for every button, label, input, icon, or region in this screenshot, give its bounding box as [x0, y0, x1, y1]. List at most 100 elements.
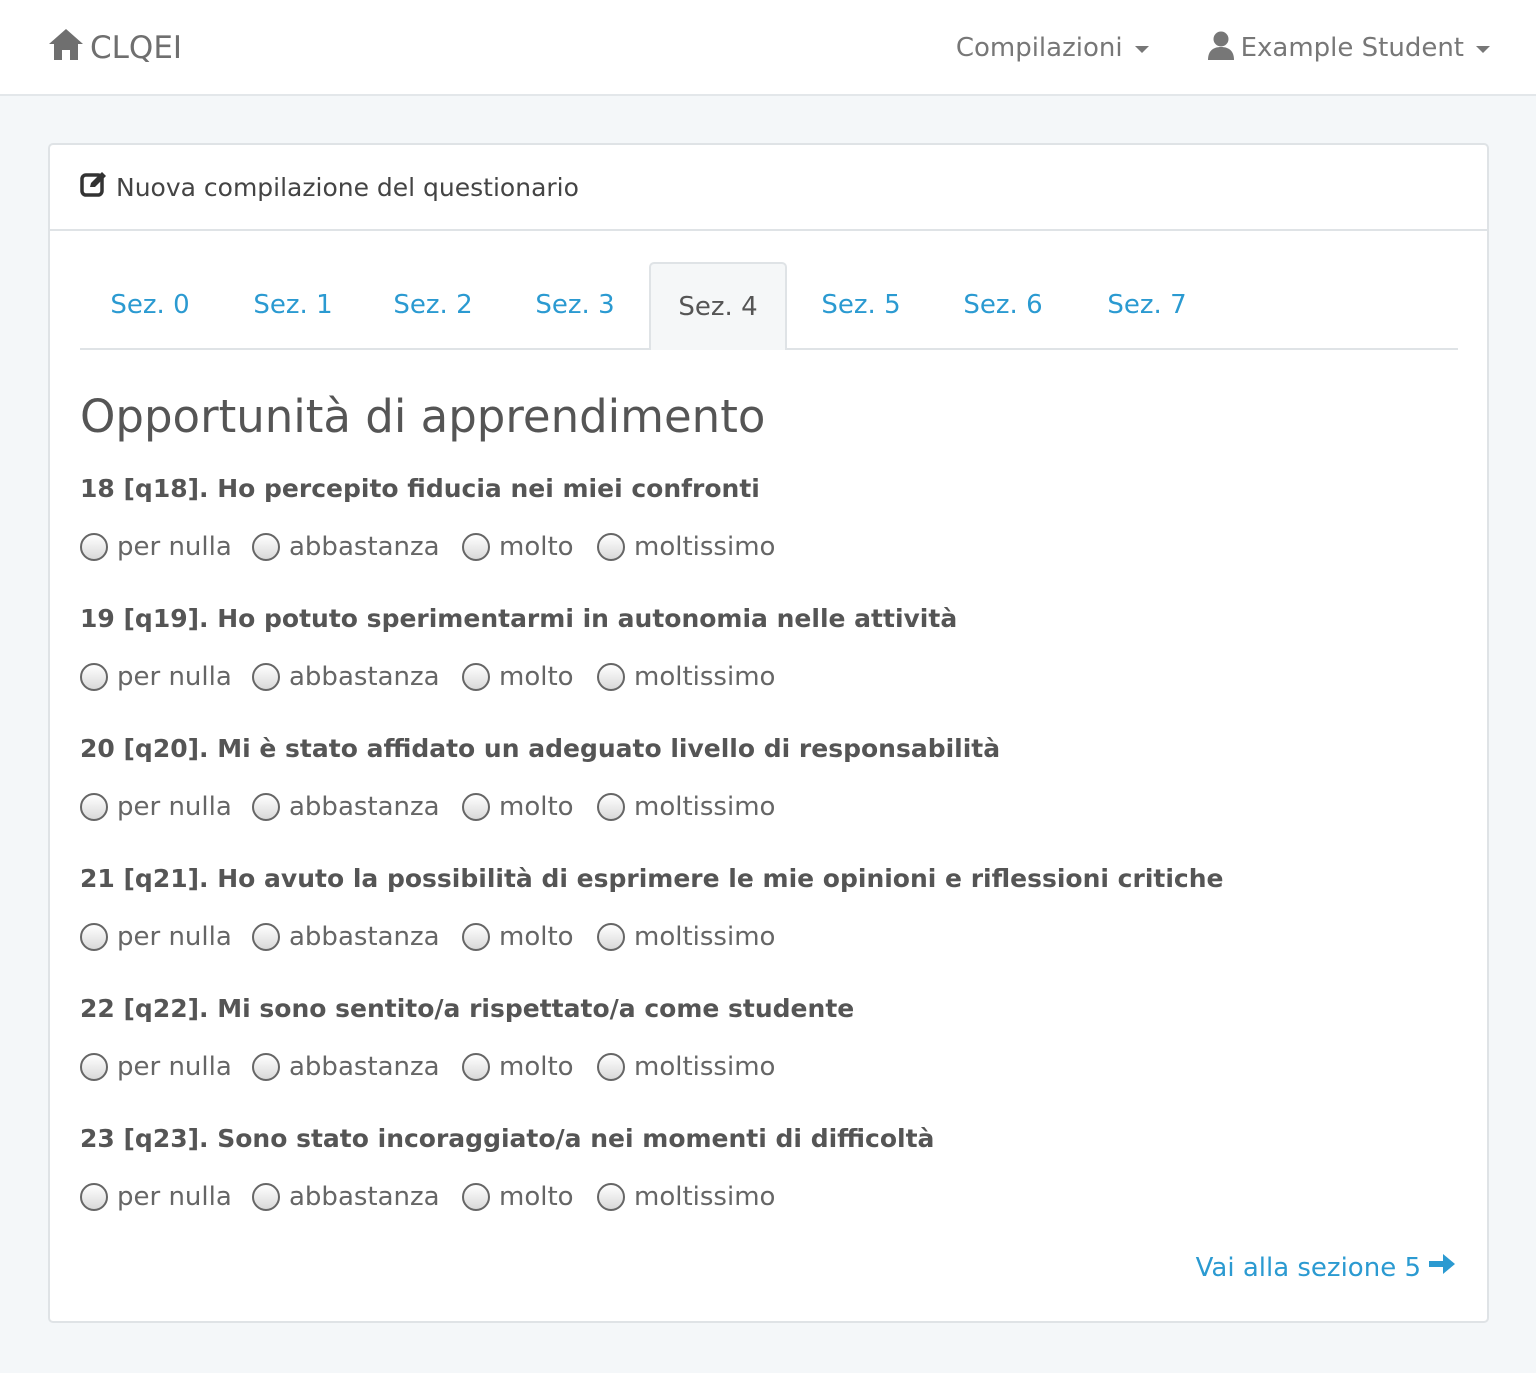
- radio-button[interactable]: [597, 1183, 625, 1211]
- radio-option[interactable]: moltissimo: [597, 1047, 775, 1087]
- radio-button[interactable]: [80, 923, 108, 951]
- radio-option-label: abbastanza: [289, 1052, 440, 1082]
- radio-option-label: per nulla: [117, 662, 232, 692]
- radio-option-label: abbastanza: [289, 922, 440, 952]
- edit-icon: [80, 170, 116, 204]
- panel-title: Nuova compilazione del questionario: [116, 172, 579, 202]
- user-label: Example Student: [1240, 33, 1464, 63]
- radio-option-label: molto: [499, 662, 574, 692]
- radio-group: per nulla abbastanza molto moltissimo: [80, 527, 1440, 567]
- radio-button[interactable]: [462, 533, 490, 561]
- radio-group: per nulla abbastanza molto moltissimo: [80, 917, 1440, 957]
- compilazioni-label: Compilazioni: [955, 33, 1123, 63]
- tab-sez-2[interactable]: Sez. 2: [363, 262, 503, 348]
- radio-option[interactable]: moltissimo: [597, 657, 775, 697]
- radio-button[interactable]: [252, 663, 280, 691]
- radio-option[interactable]: molto: [462, 1177, 574, 1217]
- radio-option-label: per nulla: [117, 532, 232, 562]
- radio-option-label: moltissimo: [634, 1182, 776, 1212]
- question-item: 18 [q18]. Ho percepito fiducia nei miei …: [80, 471, 1440, 567]
- radio-option[interactable]: molto: [462, 657, 574, 697]
- question-item: 22 [q22]. Mi sono sentito/a rispettato/a…: [80, 991, 1440, 1087]
- radio-button[interactable]: [462, 923, 490, 951]
- tab-sez-0[interactable]: Sez. 0: [80, 262, 220, 348]
- radio-option-label: molto: [499, 922, 574, 952]
- radio-button[interactable]: [462, 663, 490, 691]
- radio-button[interactable]: [597, 793, 625, 821]
- tab-sez-6[interactable]: Sez. 6: [933, 262, 1073, 348]
- radio-button[interactable]: [597, 1053, 625, 1081]
- question-label: 20 [q20]. Mi è stato affidato un adeguat…: [80, 734, 1001, 763]
- radio-button[interactable]: [597, 663, 625, 691]
- radio-option[interactable]: moltissimo: [597, 527, 775, 567]
- radio-option[interactable]: moltissimo: [597, 917, 775, 957]
- radio-option[interactable]: abbastanza: [252, 787, 440, 827]
- radio-button[interactable]: [252, 533, 280, 561]
- tab-sez-3[interactable]: Sez. 3: [505, 262, 645, 348]
- radio-button[interactable]: [80, 793, 108, 821]
- radio-option[interactable]: per nulla: [80, 1047, 232, 1087]
- radio-option-label: abbastanza: [289, 662, 440, 692]
- radio-option-label: per nulla: [117, 922, 232, 952]
- navbar-right: Compilazioni Example Student: [956, 24, 1490, 72]
- radio-option-label: abbastanza: [289, 532, 440, 562]
- radio-option-label: abbastanza: [289, 1182, 440, 1212]
- radio-group: per nulla abbastanza molto moltissimo: [80, 1047, 1440, 1087]
- radio-option-label: molto: [499, 1052, 574, 1082]
- radio-option-label: per nulla: [117, 792, 232, 822]
- tab-sez-1[interactable]: Sez. 1: [223, 262, 363, 348]
- radio-button[interactable]: [80, 663, 108, 691]
- radio-option-label: moltissimo: [634, 662, 776, 692]
- radio-option[interactable]: abbastanza: [252, 1177, 440, 1217]
- radio-button[interactable]: [597, 923, 625, 951]
- radio-option-label: moltissimo: [634, 792, 776, 822]
- radio-option-label: per nulla: [117, 1182, 232, 1212]
- radio-option[interactable]: molto: [462, 1047, 574, 1087]
- radio-option[interactable]: per nulla: [80, 527, 232, 567]
- radio-button[interactable]: [252, 1183, 280, 1211]
- radio-option[interactable]: per nulla: [80, 1177, 232, 1217]
- brand-link[interactable]: CLQEI: [48, 24, 182, 72]
- radio-button[interactable]: [252, 923, 280, 951]
- radio-button[interactable]: [462, 1183, 490, 1211]
- tab-sez-7[interactable]: Sez. 7: [1077, 262, 1217, 348]
- radio-button[interactable]: [597, 533, 625, 561]
- radio-option[interactable]: molto: [462, 917, 574, 957]
- radio-option[interactable]: per nulla: [80, 917, 232, 957]
- radio-option[interactable]: moltissimo: [597, 787, 775, 827]
- radio-option-label: moltissimo: [634, 532, 776, 562]
- radio-button[interactable]: [80, 533, 108, 561]
- radio-button[interactable]: [462, 1053, 490, 1081]
- radio-option-label: molto: [499, 792, 574, 822]
- radio-option[interactable]: moltissimo: [597, 1177, 775, 1217]
- radio-button[interactable]: [80, 1183, 108, 1211]
- next-section-label: Vai alla sezione 5: [1195, 1252, 1421, 1283]
- radio-option[interactable]: abbastanza: [252, 657, 440, 697]
- radio-button[interactable]: [252, 793, 280, 821]
- compilazioni-dropdown[interactable]: Compilazioni: [956, 33, 1149, 63]
- radio-button[interactable]: [80, 1053, 108, 1081]
- radio-option[interactable]: molto: [462, 787, 574, 827]
- radio-option[interactable]: molto: [462, 527, 574, 567]
- question-label: 23 [q23]. Sono stato incoraggiato/a nei …: [80, 1124, 935, 1153]
- radio-option[interactable]: per nulla: [80, 787, 232, 827]
- tab-sez-4[interactable]: Sez. 4: [649, 262, 787, 350]
- chevron-down-icon: [1134, 45, 1149, 53]
- question-label: 18 [q18]. Ho percepito fiducia nei miei …: [80, 474, 760, 503]
- radio-group: per nulla abbastanza molto moltissimo: [80, 1177, 1440, 1217]
- question-item: 19 [q19]. Ho potuto sperimentarmi in aut…: [80, 601, 1440, 697]
- arrow-right-icon: [1421, 1252, 1457, 1283]
- radio-button[interactable]: [462, 793, 490, 821]
- radio-option[interactable]: abbastanza: [252, 917, 440, 957]
- user-dropdown[interactable]: Example Student: [1207, 30, 1490, 67]
- radio-option[interactable]: per nulla: [80, 657, 232, 697]
- radio-option-label: abbastanza: [289, 792, 440, 822]
- radio-button[interactable]: [252, 1053, 280, 1081]
- radio-group: per nulla abbastanza molto moltissimo: [80, 657, 1440, 697]
- next-section-link[interactable]: Vai alla sezione 5: [1196, 1252, 1457, 1283]
- radio-option[interactable]: abbastanza: [252, 527, 440, 567]
- radio-option[interactable]: abbastanza: [252, 1047, 440, 1087]
- tab-sez-5[interactable]: Sez. 5: [791, 262, 931, 348]
- radio-group: per nulla abbastanza molto moltissimo: [80, 787, 1440, 827]
- section-title: Opportunità di apprendimento: [80, 390, 766, 443]
